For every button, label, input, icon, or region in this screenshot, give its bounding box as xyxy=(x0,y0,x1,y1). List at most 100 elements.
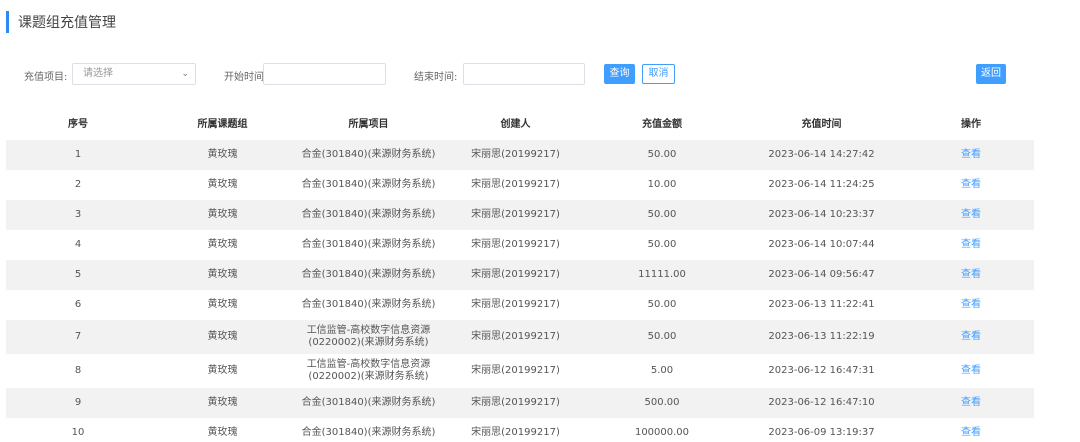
row-project: 合金(301840)(来源财务系统) xyxy=(301,209,436,220)
column-header-time: 充值时间 xyxy=(801,119,842,130)
row-project: 合金(301840)(来源财务系统) xyxy=(301,149,436,160)
view-link[interactable]: 查看 xyxy=(908,299,1034,311)
row-creator: 宋丽思(20199217) xyxy=(471,239,560,250)
column-header-creator: 创建人 xyxy=(500,119,531,130)
view-link[interactable]: 查看 xyxy=(908,365,1034,377)
page-header: 课题组充值管理 xyxy=(6,11,116,33)
column-header-group: 所属课题组 xyxy=(197,119,248,130)
table-row: 3 黄玫瑰 合金(301840)(来源财务系统) 宋丽思(20199217) 5… xyxy=(6,200,1034,230)
row-time: 2023-06-14 14:27:42 xyxy=(768,149,875,160)
end-time-input[interactable] xyxy=(463,63,585,85)
view-link[interactable]: 查看 xyxy=(908,239,1034,251)
row-group: 黄玫瑰 xyxy=(207,269,238,280)
column-header-amount: 充值金额 xyxy=(642,119,682,130)
table-row: 1 黄玫瑰 合金(301840)(来源财务系统) 宋丽思(20199217) 5… xyxy=(6,140,1034,170)
table-row: 6 黄玫瑰 合金(301840)(来源财务系统) 宋丽思(20199217) 5… xyxy=(6,290,1034,320)
row-project: 合金(301840)(来源财务系统) xyxy=(301,179,436,190)
row-amount: 50.00 xyxy=(647,239,677,250)
row-amount: 50.00 xyxy=(647,149,677,160)
row-project: 合金(301840)(来源财务系统) xyxy=(301,239,436,250)
page-title: 课题组充值管理 xyxy=(18,15,116,31)
table-row: 7 黄玫瑰 工信监管-高校数字信息资源 (0220002)(来源财务系统) 宋丽… xyxy=(6,320,1034,354)
row-project: 合金(301840)(来源财务系统) xyxy=(301,397,436,408)
title-accent-bar xyxy=(6,11,9,33)
row-group: 黄玫瑰 xyxy=(207,365,238,376)
row-index: 7 xyxy=(74,331,82,342)
row-creator: 宋丽思(20199217) xyxy=(471,365,560,376)
row-creator: 宋丽思(20199217) xyxy=(471,331,560,342)
project-select[interactable]: 请选择 ⌄ xyxy=(72,63,196,85)
recharge-table: 序号 所属课题组 所属项目 创建人 充值金额 充值时间 操作 1 黄玫瑰 合金(… xyxy=(6,110,1034,442)
row-group: 黄玫瑰 xyxy=(207,239,238,250)
row-project-line2: (0220002)(来源财务系统) xyxy=(308,337,429,348)
row-time: 2023-06-12 16:47:31 xyxy=(768,365,875,376)
table-row: 4 黄玫瑰 合金(301840)(来源财务系统) 宋丽思(20199217) 5… xyxy=(6,230,1034,260)
row-index: 3 xyxy=(74,209,82,220)
row-index: 1 xyxy=(74,149,82,160)
row-project-line1: 工信监管-高校数字信息资源 xyxy=(306,359,431,370)
row-group: 黄玫瑰 xyxy=(207,149,238,160)
view-link[interactable]: 查看 xyxy=(908,209,1034,221)
row-creator: 宋丽思(20199217) xyxy=(471,179,560,190)
row-index: 6 xyxy=(74,299,82,310)
column-header-action: 操作 xyxy=(961,119,981,130)
row-project-line2: (0220002)(来源财务系统) xyxy=(308,371,429,382)
row-amount: 50.00 xyxy=(647,299,677,310)
row-creator: 宋丽思(20199217) xyxy=(471,427,560,438)
row-group: 黄玫瑰 xyxy=(207,299,238,310)
view-link[interactable]: 查看 xyxy=(908,269,1034,281)
table-row: 10 黄玫瑰 合金(301840)(来源财务系统) 宋丽思(20199217) … xyxy=(6,418,1034,442)
row-amount: 500.00 xyxy=(644,397,680,408)
view-link[interactable]: 查看 xyxy=(908,397,1034,409)
row-index: 9 xyxy=(74,397,82,408)
row-index: 8 xyxy=(74,365,82,376)
row-creator: 宋丽思(20199217) xyxy=(471,397,560,408)
start-time-label: 开始时间 xyxy=(224,72,264,83)
row-time: 2023-06-14 10:07:44 xyxy=(768,239,875,250)
row-creator: 宋丽思(20199217) xyxy=(471,269,560,280)
row-project-line1: 工信监管-高校数字信息资源 xyxy=(306,325,431,336)
row-project: 合金(301840)(来源财务系统) xyxy=(301,427,436,438)
table-row: 8 黄玫瑰 工信监管-高校数字信息资源 (0220002)(来源财务系统) 宋丽… xyxy=(6,354,1034,388)
row-index: 5 xyxy=(74,269,82,280)
filter-bar: 充值项目: 请选择 ⌄ 开始时间 结束时间: 查询 取消 返回 xyxy=(0,63,1080,85)
row-index: 2 xyxy=(74,179,82,190)
row-time: 2023-06-14 09:56:47 xyxy=(768,269,875,280)
row-project: 合金(301840)(来源财务系统) xyxy=(301,269,436,280)
search-button[interactable]: 查询 xyxy=(604,64,635,84)
table-row: 5 黄玫瑰 合金(301840)(来源财务系统) 宋丽思(20199217) 1… xyxy=(6,260,1034,290)
project-select-placeholder: 请选择 xyxy=(83,68,113,79)
cancel-button[interactable]: 取消 xyxy=(642,64,675,84)
row-amount: 5.00 xyxy=(650,365,674,376)
row-time: 2023-06-13 11:22:41 xyxy=(768,299,875,310)
view-link[interactable]: 查看 xyxy=(908,427,1034,439)
row-time: 2023-06-09 13:19:37 xyxy=(768,427,875,438)
row-amount: 100000.00 xyxy=(634,427,690,438)
row-group: 黄玫瑰 xyxy=(207,397,238,408)
row-project: 工信监管-高校数字信息资源 (0220002)(来源财务系统) xyxy=(295,359,442,383)
row-project: 合金(301840)(来源财务系统) xyxy=(301,299,436,310)
start-time-input[interactable] xyxy=(263,63,386,85)
table-header: 序号 所属课题组 所属项目 创建人 充值金额 充值时间 操作 xyxy=(6,110,1034,140)
row-time: 2023-06-12 16:47:10 xyxy=(768,397,875,408)
row-group: 黄玫瑰 xyxy=(207,331,238,342)
view-link[interactable]: 查看 xyxy=(908,149,1034,161)
column-header-project: 所属项目 xyxy=(348,119,389,130)
row-index: 4 xyxy=(74,239,82,250)
view-link[interactable]: 查看 xyxy=(908,179,1034,191)
end-time-label: 结束时间: xyxy=(414,72,458,83)
row-creator: 宋丽思(20199217) xyxy=(471,209,560,220)
row-creator: 宋丽思(20199217) xyxy=(471,149,560,160)
row-project: 工信监管-高校数字信息资源 (0220002)(来源财务系统) xyxy=(295,325,442,349)
row-amount: 10.00 xyxy=(647,179,677,190)
column-header-index: 序号 xyxy=(68,119,88,130)
table-row: 2 黄玫瑰 合金(301840)(来源财务系统) 宋丽思(20199217) 1… xyxy=(6,170,1034,200)
view-link[interactable]: 查看 xyxy=(908,331,1034,343)
project-filter-label: 充值项目: xyxy=(24,72,68,83)
row-amount: 11111.00 xyxy=(638,269,686,280)
back-button[interactable]: 返回 xyxy=(976,64,1006,84)
table-row: 9 黄玫瑰 合金(301840)(来源财务系统) 宋丽思(20199217) 5… xyxy=(6,388,1034,418)
row-group: 黄玫瑰 xyxy=(207,179,238,190)
row-index: 10 xyxy=(71,427,85,438)
row-amount: 50.00 xyxy=(647,209,677,220)
